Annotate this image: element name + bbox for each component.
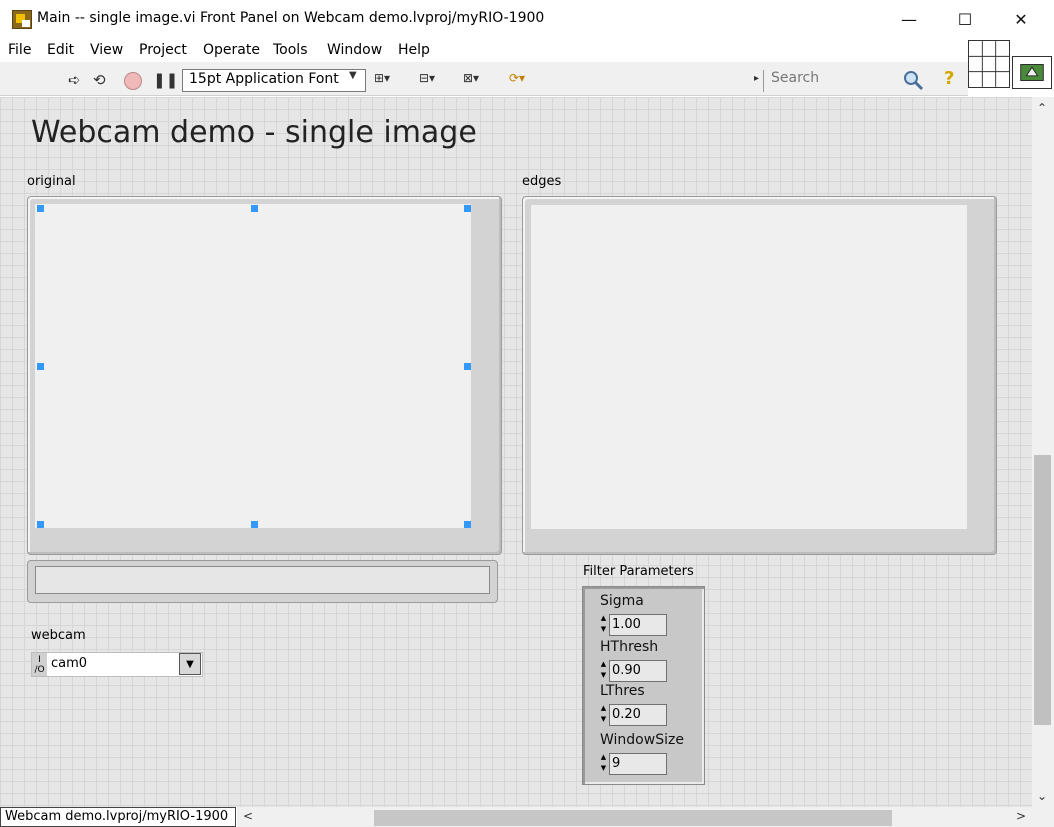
minimize-icon: —	[901, 9, 917, 29]
menu-operate[interactable]: Operate	[203, 42, 260, 58]
resize-objects-icon[interactable]: ⊠▾	[463, 71, 479, 85]
close-icon: ✕	[1014, 9, 1028, 29]
lthres-field[interactable]: 0.20	[609, 704, 667, 726]
minimize-button[interactable]: —	[886, 0, 932, 38]
menu-file[interactable]: File	[8, 42, 31, 58]
page-title: Webcam demo - single image	[31, 115, 477, 150]
dropdown-arrow-button[interactable]: ▼	[179, 653, 201, 675]
windowsize-field[interactable]: 9	[609, 753, 667, 775]
edges-image-area	[531, 205, 967, 529]
chevron-down-icon: ▼	[349, 70, 357, 81]
menu-project[interactable]: Project	[139, 42, 187, 58]
original-label: original	[27, 174, 76, 189]
selection-handle[interactable]	[464, 205, 471, 212]
io-tag-icon: I/O	[32, 653, 47, 676]
search-input[interactable]: Search	[763, 70, 907, 92]
windowsize-label: WindowSize	[600, 732, 684, 748]
scroll-up-icon[interactable]: ⌃	[1037, 101, 1047, 115]
horizontal-scroll-thumb[interactable]	[374, 810, 892, 826]
selection-handle[interactable]	[37, 521, 44, 528]
menu-view[interactable]: View	[90, 42, 123, 58]
reorder-icon[interactable]: ⟳▾	[509, 71, 525, 85]
edges-label: edges	[522, 174, 562, 189]
menu-help[interactable]: Help	[398, 42, 430, 58]
pause-icon[interactable]: ❚❚	[153, 70, 178, 90]
menu-edit[interactable]: Edit	[47, 42, 74, 58]
help-icon[interactable]: ?	[944, 68, 954, 89]
scroll-left-icon[interactable]: <	[243, 809, 253, 823]
menu-tools[interactable]: Tools	[273, 42, 308, 58]
sigma-label: Sigma	[600, 593, 644, 609]
labview-app-icon	[12, 10, 32, 29]
close-button[interactable]: ✕	[998, 0, 1044, 38]
scroll-down-icon[interactable]: ⌄	[1037, 789, 1047, 803]
chevron-down-icon: ▼	[186, 658, 194, 670]
hthresh-spinner[interactable]: ▲ ▼	[599, 659, 608, 683]
webcam-label: webcam	[31, 628, 86, 643]
connector-pane[interactable]	[968, 40, 1010, 88]
windowsize-spinner[interactable]: ▲ ▼	[599, 752, 608, 776]
vertical-scroll-thumb[interactable]	[1034, 455, 1051, 725]
window-title: Main -- single image.vi Front Panel on W…	[37, 10, 545, 26]
sigma-field[interactable]: 1.00	[609, 614, 667, 636]
selection-handle[interactable]	[464, 363, 471, 370]
filter-parameters-label: Filter Parameters	[583, 564, 694, 579]
maximize-icon: ☐	[957, 9, 973, 29]
selection-handle[interactable]	[251, 521, 258, 528]
menu-window[interactable]: Window	[327, 42, 382, 58]
align-objects-icon[interactable]: ⊞▾	[374, 71, 390, 85]
project-target-tab[interactable]: Webcam demo.lvproj/myRIO-1900	[0, 807, 236, 827]
distribute-objects-icon[interactable]: ⊟▾	[419, 71, 435, 85]
string-indicator-field	[35, 566, 490, 594]
selection-handle[interactable]	[37, 363, 44, 370]
run-continuously-icon[interactable]: ⟲	[93, 70, 106, 90]
maximize-button[interactable]: ☐	[942, 0, 988, 38]
lthres-spinner[interactable]: ▲ ▼	[599, 703, 608, 727]
sigma-spinner[interactable]: ▲ ▼	[599, 613, 608, 637]
abort-icon[interactable]	[124, 72, 142, 90]
run-arrow-icon[interactable]: ➪	[68, 70, 81, 90]
original-image-area	[35, 204, 471, 528]
search-icon[interactable]	[902, 69, 924, 91]
selection-handle[interactable]	[37, 205, 44, 212]
vi-icon[interactable]	[1012, 56, 1052, 89]
webcam-value: cam0	[51, 656, 88, 671]
selection-handle[interactable]	[251, 205, 258, 212]
font-select[interactable]: 15pt Application Font	[182, 69, 366, 92]
search-caret-icon: ▸	[754, 73, 760, 84]
lthres-label: LThres	[600, 683, 645, 699]
hthresh-field[interactable]: 0.90	[609, 660, 667, 682]
scroll-right-icon[interactable]: >	[1016, 809, 1026, 823]
selection-handle[interactable]	[464, 521, 471, 528]
hthresh-label: HThresh	[600, 639, 659, 655]
